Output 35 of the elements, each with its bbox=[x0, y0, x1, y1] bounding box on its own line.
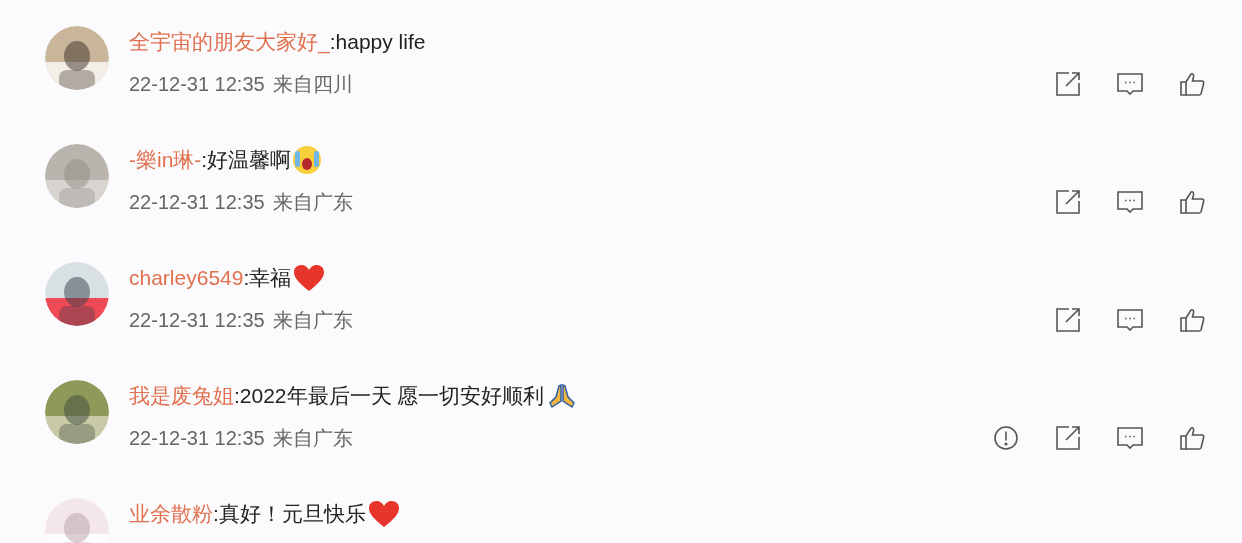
thumbs-up-icon[interactable] bbox=[1178, 306, 1206, 334]
location-text: 来自四川 bbox=[272, 72, 353, 97]
heart-icon bbox=[293, 264, 326, 292]
thumbs-up-icon[interactable] bbox=[1178, 424, 1206, 452]
username[interactable]: 我是废兔姐 bbox=[129, 380, 234, 412]
timestamp: 22-12-31 12:35 bbox=[129, 426, 265, 451]
username[interactable]: 业余散粉 bbox=[129, 498, 213, 530]
comment-icon[interactable] bbox=[1116, 424, 1144, 452]
location-text: 来自广东 bbox=[272, 190, 353, 215]
comment-icon[interactable] bbox=[1116, 188, 1144, 216]
comment-text: :真好！元旦快乐 bbox=[213, 501, 366, 527]
username[interactable]: 全宇宙的朋友大家好_ bbox=[129, 26, 330, 58]
share-icon[interactable] bbox=[1054, 306, 1082, 334]
share-icon[interactable] bbox=[1054, 424, 1082, 452]
username[interactable]: charley6549 bbox=[129, 262, 244, 294]
timestamp: 22-12-31 12:35 bbox=[129, 308, 265, 333]
comment-text: :happy life bbox=[329, 29, 426, 56]
comment-text: :好温馨啊 bbox=[201, 147, 292, 173]
share-icon[interactable] bbox=[1054, 70, 1082, 98]
comment-icon[interactable] bbox=[1116, 306, 1144, 334]
comment-text: :幸福 bbox=[243, 265, 292, 291]
location-text: 来自广东 bbox=[272, 426, 353, 451]
username[interactable]: -樂in琳- bbox=[129, 144, 202, 176]
comment-icon[interactable] bbox=[1116, 70, 1144, 98]
heart-icon bbox=[367, 500, 400, 528]
timestamp: 22-12-31 12:35 bbox=[129, 190, 265, 215]
timestamp: 22-12-31 12:35 bbox=[129, 72, 265, 97]
report-icon[interactable] bbox=[992, 424, 1020, 452]
share-icon[interactable] bbox=[1054, 188, 1082, 216]
praying-hands-icon bbox=[548, 383, 577, 409]
thumbs-up-icon[interactable] bbox=[1178, 70, 1206, 98]
crying-face-icon bbox=[291, 145, 324, 175]
location-text: 来自广东 bbox=[272, 308, 353, 333]
thumbs-up-icon[interactable] bbox=[1178, 188, 1206, 216]
comment-text: :2022年最后一天 愿一切安好顺利 bbox=[234, 383, 545, 409]
